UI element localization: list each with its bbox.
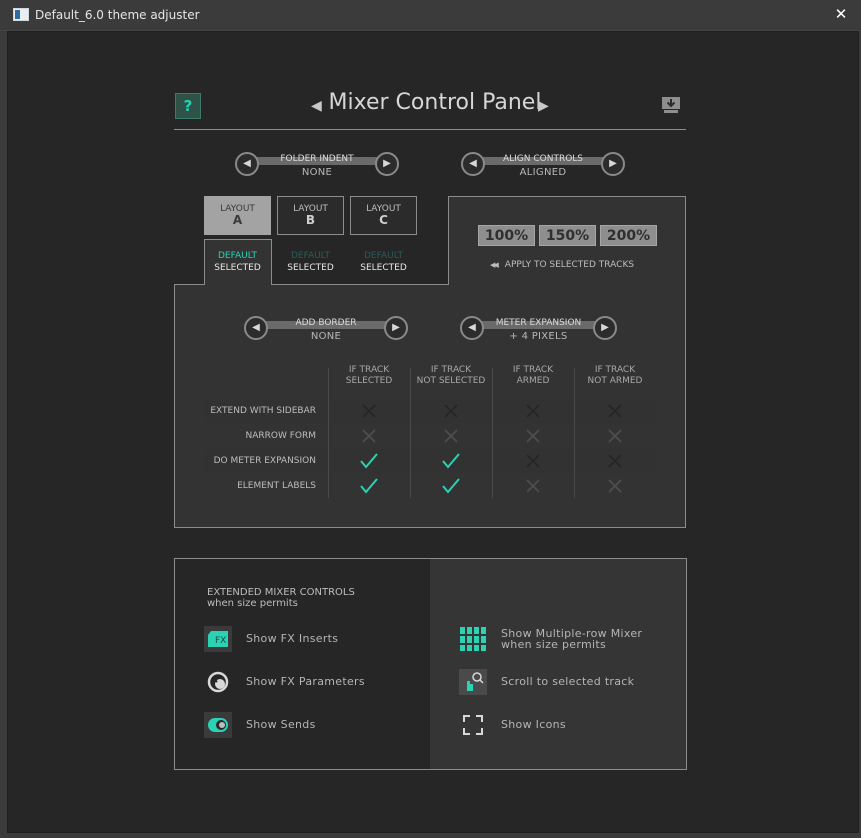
- layout-b-letter: B: [305, 213, 316, 227]
- layout-a-tab[interactable]: LAYOUT A: [204, 196, 271, 235]
- next-page-arrow[interactable]: ▶: [538, 98, 549, 114]
- download-icon[interactable]: [661, 96, 681, 116]
- folder-indent-control: FOLDER INDENT NONE ◀ ▶: [235, 152, 399, 180]
- sends-icon[interactable]: [204, 712, 232, 738]
- col-divider: [328, 368, 329, 498]
- col-header-not-selected: IF TRACK NOT SELECTED: [416, 365, 486, 386]
- scroll-to-selected-track-label[interactable]: Scroll to selected track: [501, 676, 634, 687]
- check-icon[interactable]: [359, 451, 379, 471]
- x-icon[interactable]: [605, 426, 625, 446]
- align-controls-value: ALIGNED: [519, 167, 567, 178]
- row-label-element-labels: ELEMENT LABELS: [237, 481, 316, 491]
- folder-indent-value: NONE: [301, 167, 333, 178]
- fx-parameters-icon[interactable]: [204, 669, 232, 695]
- x-icon[interactable]: [523, 401, 543, 421]
- x-icon[interactable]: [441, 401, 461, 421]
- add-border-value: NONE: [310, 331, 342, 342]
- x-icon[interactable]: [605, 451, 625, 471]
- row-label-narrow-form: NARROW FORM: [245, 431, 316, 441]
- layout-a-default-selected[interactable]: DEFAULT SELECTED: [204, 250, 271, 274]
- scale-100-button[interactable]: 100%: [478, 225, 535, 246]
- x-icon[interactable]: [605, 401, 625, 421]
- scale-200-button[interactable]: 200%: [600, 225, 657, 246]
- folder-indent-next-button[interactable]: ▶: [375, 152, 399, 176]
- col-header-selected: IF TRACK SELECTED: [345, 365, 393, 386]
- add-border-next-button[interactable]: ▶: [384, 316, 408, 340]
- check-icon[interactable]: [441, 476, 461, 496]
- show-icons-label[interactable]: Show Icons: [501, 719, 566, 730]
- check-icon[interactable]: [359, 476, 379, 496]
- folder-indent-prev-button[interactable]: ◀: [235, 152, 259, 176]
- extended-subtitle: when size permits: [207, 598, 298, 609]
- window-title: Default_6.0 theme adjuster: [35, 8, 200, 22]
- show-sends-label[interactable]: Show Sends: [246, 719, 316, 730]
- x-icon[interactable]: [523, 426, 543, 446]
- x-icon[interactable]: [359, 401, 379, 421]
- x-icon[interactable]: [441, 426, 461, 446]
- x-icon[interactable]: [605, 476, 625, 496]
- meter-expansion-next-button[interactable]: ▶: [593, 316, 617, 340]
- close-button[interactable]: ✕: [832, 5, 850, 25]
- x-icon[interactable]: [523, 451, 543, 471]
- apply-to-selected-tracks-button[interactable]: ◀◀ APPLY TO SELECTED TRACKS: [490, 260, 634, 270]
- add-border-control: ADD BORDER NONE ◀ ▶: [244, 316, 408, 344]
- x-icon[interactable]: [359, 426, 379, 446]
- row-label-extend-sidebar: EXTEND WITH SIDEBAR: [210, 406, 316, 416]
- rewind-icon: ◀◀: [490, 261, 499, 269]
- align-controls-prev-button[interactable]: ◀: [461, 152, 485, 176]
- check-icon[interactable]: [441, 451, 461, 471]
- col-divider: [492, 368, 493, 498]
- scale-150-button[interactable]: 150%: [539, 225, 596, 246]
- help-button[interactable]: ?: [175, 93, 201, 119]
- align-controls-control: ALIGN CONTROLS ALIGNED ◀ ▶: [461, 152, 625, 180]
- show-icons-icon[interactable]: [459, 712, 487, 738]
- col-header-armed: IF TRACK ARMED: [512, 365, 554, 386]
- apply-label: APPLY TO SELECTED TRACKS: [504, 260, 635, 270]
- scroll-to-track-icon[interactable]: [459, 669, 487, 695]
- page-title: Mixer Control Panel: [328, 90, 542, 115]
- header-divider: [174, 129, 686, 130]
- layout-a-letter: A: [232, 213, 243, 227]
- align-controls-next-button[interactable]: ▶: [601, 152, 625, 176]
- meter-expansion-prev-button[interactable]: ◀: [460, 316, 484, 340]
- layout-c-default-selected[interactable]: DEFAULT SELECTED: [350, 250, 417, 274]
- layout-c-tab[interactable]: LAYOUT C: [350, 196, 417, 235]
- extended-heading: EXTENDED MIXER CONTROLS when size permit…: [207, 587, 355, 609]
- meter-expansion-control: METER EXPANSION + 4 PIXELS ◀ ▶: [460, 316, 617, 344]
- layout-b-default-selected[interactable]: DEFAULT SELECTED: [277, 250, 344, 274]
- extended-title: EXTENDED MIXER CONTROLS: [207, 587, 355, 598]
- svg-text:FX: FX: [215, 636, 226, 646]
- show-fx-parameters-label[interactable]: Show FX Parameters: [246, 676, 365, 687]
- x-icon[interactable]: [523, 476, 543, 496]
- col-divider: [574, 368, 575, 498]
- show-multirow-mixer-label[interactable]: Show Multiple-row Mixer when size permit…: [501, 628, 642, 650]
- app-icon: [13, 8, 29, 21]
- fx-inserts-icon[interactable]: FX: [204, 626, 232, 652]
- add-border-prev-button[interactable]: ◀: [244, 316, 268, 340]
- layout-b-tab[interactable]: LAYOUT B: [277, 196, 344, 235]
- col-header-not-armed: IF TRACK NOT ARMED: [587, 365, 643, 386]
- row-label-meter-expansion: DO METER EXPANSION: [213, 456, 316, 466]
- layout-c-letter: C: [379, 213, 388, 227]
- multirow-mixer-icon[interactable]: [459, 626, 487, 652]
- show-fx-inserts-label[interactable]: Show FX Inserts: [246, 633, 338, 644]
- col-divider: [410, 368, 411, 498]
